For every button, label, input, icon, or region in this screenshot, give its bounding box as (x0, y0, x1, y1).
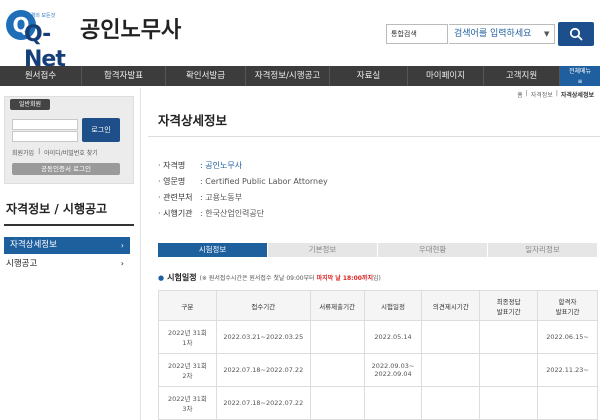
site-title: 공인노무사 (80, 18, 182, 43)
table-cell: 2022.09.03~ 2022.09.04 (363, 353, 423, 387)
nav-item-mypage[interactable]: 마이페이지 (408, 66, 484, 86)
info-row-english: · 영문명 : Certified Public Labor Attorney (158, 177, 328, 186)
tab-basic-info[interactable]: 기본정보 (268, 243, 378, 257)
exam-schedule-table: 구분 접수기간 서류제출기간 시험일정 의견제시기간 최종정답 발표기간 합격자… (158, 290, 598, 420)
table-cell (421, 320, 481, 354)
logo-text: Q-Net (24, 22, 66, 72)
info-value: 고용노동부 (205, 193, 243, 202)
table-cell (479, 353, 539, 387)
table-cell: 2022.06.15~ (537, 320, 598, 354)
signup-link[interactable]: 회원가입 (12, 148, 34, 157)
breadcrumb-current: 자격상세정보 (560, 92, 594, 99)
table-cell (479, 386, 539, 420)
table-cell: 2022년 31회 2차 (158, 353, 217, 387)
info-row-agency: · 시행기관 : 한국산업인력공단 (158, 209, 265, 218)
info-tabs: 시험정보 기본정보 우대현황 일자리정보 (158, 243, 598, 257)
password-field[interactable] (12, 131, 78, 142)
nav-item-qualification-info[interactable]: 자격정보/시행공고 (246, 66, 330, 86)
table-cell: 2022.11.23~ (537, 353, 598, 387)
nav-item-support[interactable]: 고객지원 (484, 66, 560, 86)
all-menu-button[interactable]: 전체메뉴 ≡ (560, 66, 600, 86)
sidebar-divider (4, 224, 134, 226)
info-value: 한국산업인력공단 (205, 209, 265, 218)
content-divider (140, 88, 141, 420)
logo-subtext: 자격의 모든것 (26, 13, 56, 19)
table-cell (309, 386, 365, 420)
user-id-field[interactable] (12, 119, 78, 130)
table-cell (309, 320, 365, 354)
main-nav: 원서접수 합격자발표 확인서발급 자격정보/시행공고 자료실 마이페이지 고객지… (0, 66, 600, 86)
col-header: 합격자 발표기간 (537, 290, 598, 321)
tab-exam-info[interactable]: 시험정보 (158, 243, 268, 257)
table-cell (421, 386, 481, 420)
info-value: 공인노무사 (205, 161, 243, 170)
info-label: 시행기관 (163, 209, 193, 218)
sidebar-item-detail[interactable]: 자격상세정보 › (4, 237, 130, 254)
table-cell (421, 353, 481, 387)
menu-icon: ≡ (577, 78, 583, 85)
bullet-icon: ● (158, 273, 165, 282)
find-account-link[interactable]: 아이디/비밀번호 찾기 (44, 148, 98, 157)
qnet-logo[interactable]: Q 자격의 모든것 Q-Net (6, 4, 78, 72)
breadcrumb-home[interactable]: 홈 (517, 90, 523, 99)
certificate-login-button[interactable]: 공동인증서 로그인 (12, 163, 120, 175)
search-scope-select[interactable]: 통합검색 (386, 24, 448, 44)
table-row: 2022년 31회 1차 2022.03.21~2022.03.25 2022.… (158, 320, 598, 354)
breadcrumb-qualification[interactable]: 자격정보 (531, 90, 553, 99)
qualification-info: · 자격명 : 공인노무사 · 영문명 : Certified Public L… (158, 158, 328, 222)
table-cell: 2022년 31회 1차 (158, 320, 217, 354)
info-value: Certified Public Labor Attorney (205, 177, 328, 186)
sidebar-item-notice[interactable]: 시행공고 › (4, 256, 130, 272)
member-type-badge: 일반회원 (10, 99, 50, 110)
table-cell (363, 386, 423, 420)
table-row: 2022년 31회 3차 2022.07.18~2022.07.22 (158, 386, 598, 420)
nav-item-certificate[interactable]: 확인서발급 (166, 66, 246, 86)
info-row-name: · 자격명 : 공인노무사 (158, 161, 243, 170)
schedule-heading: ● 시험일정 (※ 원서접수시간은 원서접수 첫날 09:00부터 마지막 날 … (158, 272, 381, 283)
col-header: 시험일정 (363, 290, 423, 321)
page-title: 자격상세정보 (158, 113, 228, 128)
title-divider (148, 136, 600, 137)
chevron-down-icon: ▼ (544, 30, 550, 38)
col-header: 서류제출기간 (309, 290, 365, 321)
search-input[interactable] (449, 24, 555, 44)
chevron-right-icon: › (120, 259, 124, 268)
col-header: 의견제시기간 (421, 290, 481, 321)
table-cell: 2022년 31회 3차 (158, 386, 217, 420)
info-label: 관련부처 (163, 193, 193, 202)
nav-item-resources[interactable]: 자료실 (330, 66, 408, 86)
table-cell: 2022.05.14 (363, 320, 423, 354)
table-cell (537, 386, 598, 420)
nav-item-results[interactable]: 합격자발표 (82, 66, 166, 86)
info-row-ministry: · 관련부처 : 고용노동부 (158, 193, 243, 202)
sidebar-title: 자격정보 / 시행공고 (6, 202, 108, 216)
info-label: 자격명 (163, 161, 186, 170)
all-menu-label: 전체메뉴 (568, 68, 592, 75)
table-cell (309, 353, 365, 387)
tab-preferences[interactable]: 우대현황 (378, 243, 488, 257)
tab-job-info[interactable]: 일자리정보 (488, 243, 598, 257)
nav-item-apply[interactable]: 원서접수 (0, 66, 82, 86)
col-header: 최종정답 발표기간 (479, 290, 539, 321)
table-cell: 2022.03.21~2022.03.25 (215, 320, 311, 354)
schedule-title: 시험일정 (167, 273, 197, 282)
chevron-right-icon: › (120, 241, 124, 250)
sidebar-item-label: 자격상세정보 (10, 240, 57, 250)
login-button[interactable]: 로그인 (82, 118, 120, 142)
col-header: 접수기간 (215, 290, 311, 321)
table-cell: 2022.07.18~2022.07.22 (215, 353, 311, 387)
search-icon (569, 27, 583, 41)
info-label: 영문명 (163, 177, 186, 186)
sidebar-item-label: 시행공고 (6, 259, 38, 269)
table-header-row: 구분 접수기간 서류제출기간 시험일정 의견제시기간 최종정답 발표기간 합격자… (158, 290, 598, 321)
login-links: 회원가입 | 아이디/비밀번호 찾기 (12, 148, 98, 157)
table-cell (479, 320, 539, 354)
schedule-note: (※ 원서접수시간은 원서접수 첫날 09:00부터 마지막 날 18:00까지… (199, 275, 381, 282)
table-cell: 2022.07.18~2022.07.22 (215, 386, 311, 420)
search-button[interactable] (558, 22, 594, 46)
table-row: 2022년 31회 2차 2022.07.18~2022.07.22 2022.… (158, 353, 598, 387)
col-header: 구분 (158, 290, 217, 321)
breadcrumb: 홈 | 자격정보 | 자격상세정보 (517, 90, 594, 99)
